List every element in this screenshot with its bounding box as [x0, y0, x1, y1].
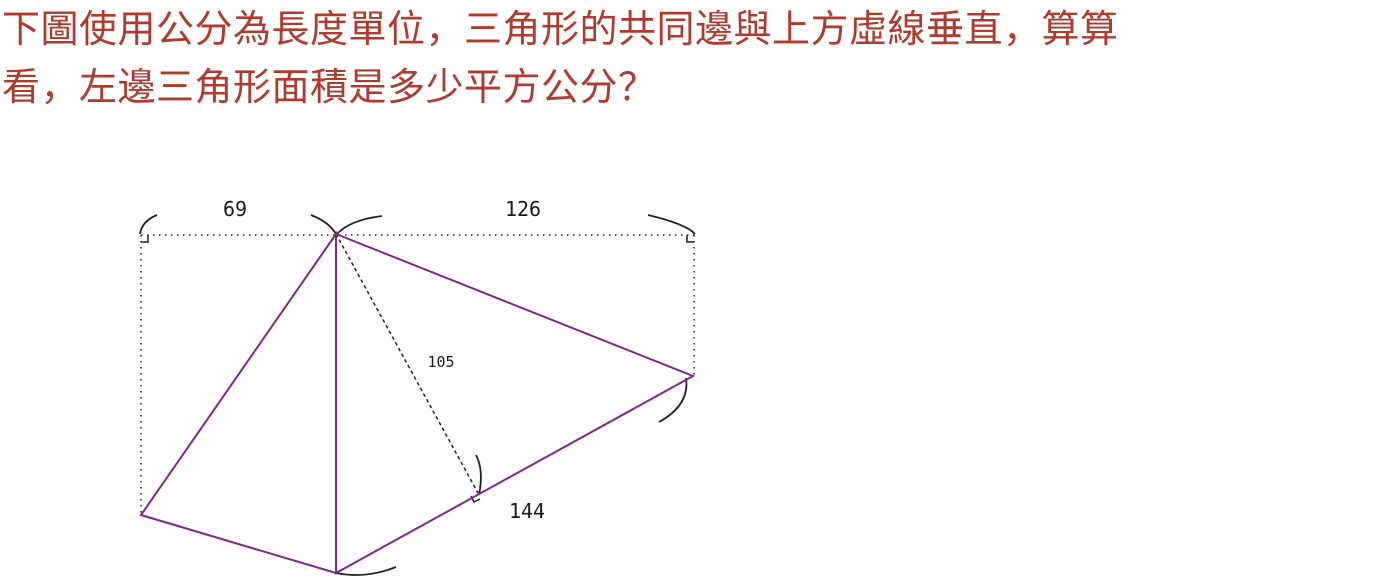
- dimension-arc-right-vertex: [658, 377, 688, 423]
- label-base: 144: [509, 499, 545, 523]
- label-left-width: 69: [223, 197, 247, 221]
- dimension-arc-apex-right: [336, 215, 383, 235]
- dimension-arc-left-outer: [139, 214, 158, 235]
- height-dashed-line: [335, 233, 479, 494]
- left-triangle: [139, 230, 337, 575]
- geometry-figure: 69 126 105 144: [139, 197, 696, 576]
- right-angle-mark-top-right: [686, 235, 694, 243]
- label-height: 105: [427, 353, 454, 371]
- label-right-width: 126: [505, 197, 541, 221]
- dimension-arc-apex-left: [310, 214, 337, 235]
- dimension-arc-foot: [475, 454, 482, 496]
- right-angle-mark-top-left: [141, 235, 149, 243]
- dimension-arc-right-outer: [647, 214, 696, 235]
